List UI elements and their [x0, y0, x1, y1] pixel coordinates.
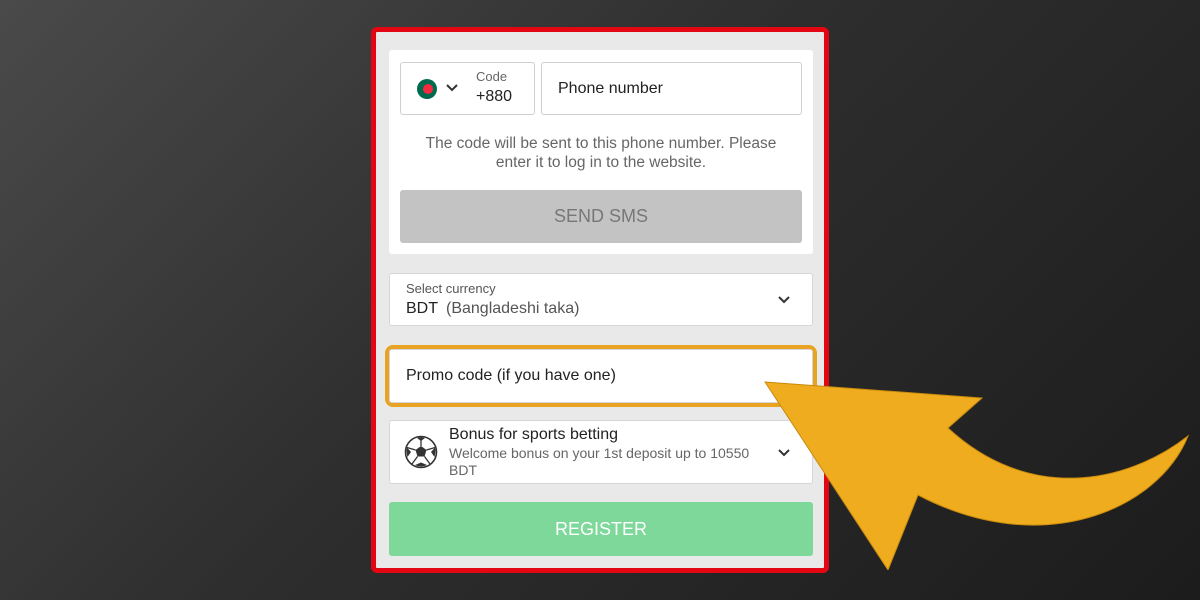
chevron-down-icon	[778, 296, 790, 304]
currency-select[interactable]: Select currency BDT (Bangladeshi taka)	[389, 273, 813, 326]
country-code-select[interactable]: Code +880	[400, 62, 535, 115]
send-sms-button[interactable]: SEND SMS	[400, 190, 802, 243]
code-label: Code	[476, 69, 508, 84]
bonus-description: Welcome bonus on your 1st deposit up to …	[449, 445, 750, 478]
soccer-ball-icon	[404, 435, 438, 469]
pointer-arrow-icon	[764, 381, 1190, 570]
chevron-down-icon	[446, 84, 458, 92]
sms-hint-text: The code will be sent to this phone numb…	[425, 135, 777, 171]
bonus-title: Bonus for sports betting	[449, 426, 618, 443]
bonus-select[interactable]: Bonus for sports betting Welcome bonus o…	[389, 420, 813, 484]
code-value: +880	[476, 88, 513, 105]
bangladesh-flag-icon	[417, 79, 437, 99]
register-button[interactable]: REGISTER	[389, 502, 813, 556]
currency-label: Select currency	[406, 281, 496, 296]
phone-section: Code +880 The code will be sent to this …	[389, 50, 813, 254]
phone-number-input[interactable]	[541, 62, 802, 115]
currency-name: (Bangladeshi taka)	[446, 300, 580, 317]
promo-code-input[interactable]	[389, 349, 813, 403]
currency-code: BDT	[406, 300, 438, 317]
